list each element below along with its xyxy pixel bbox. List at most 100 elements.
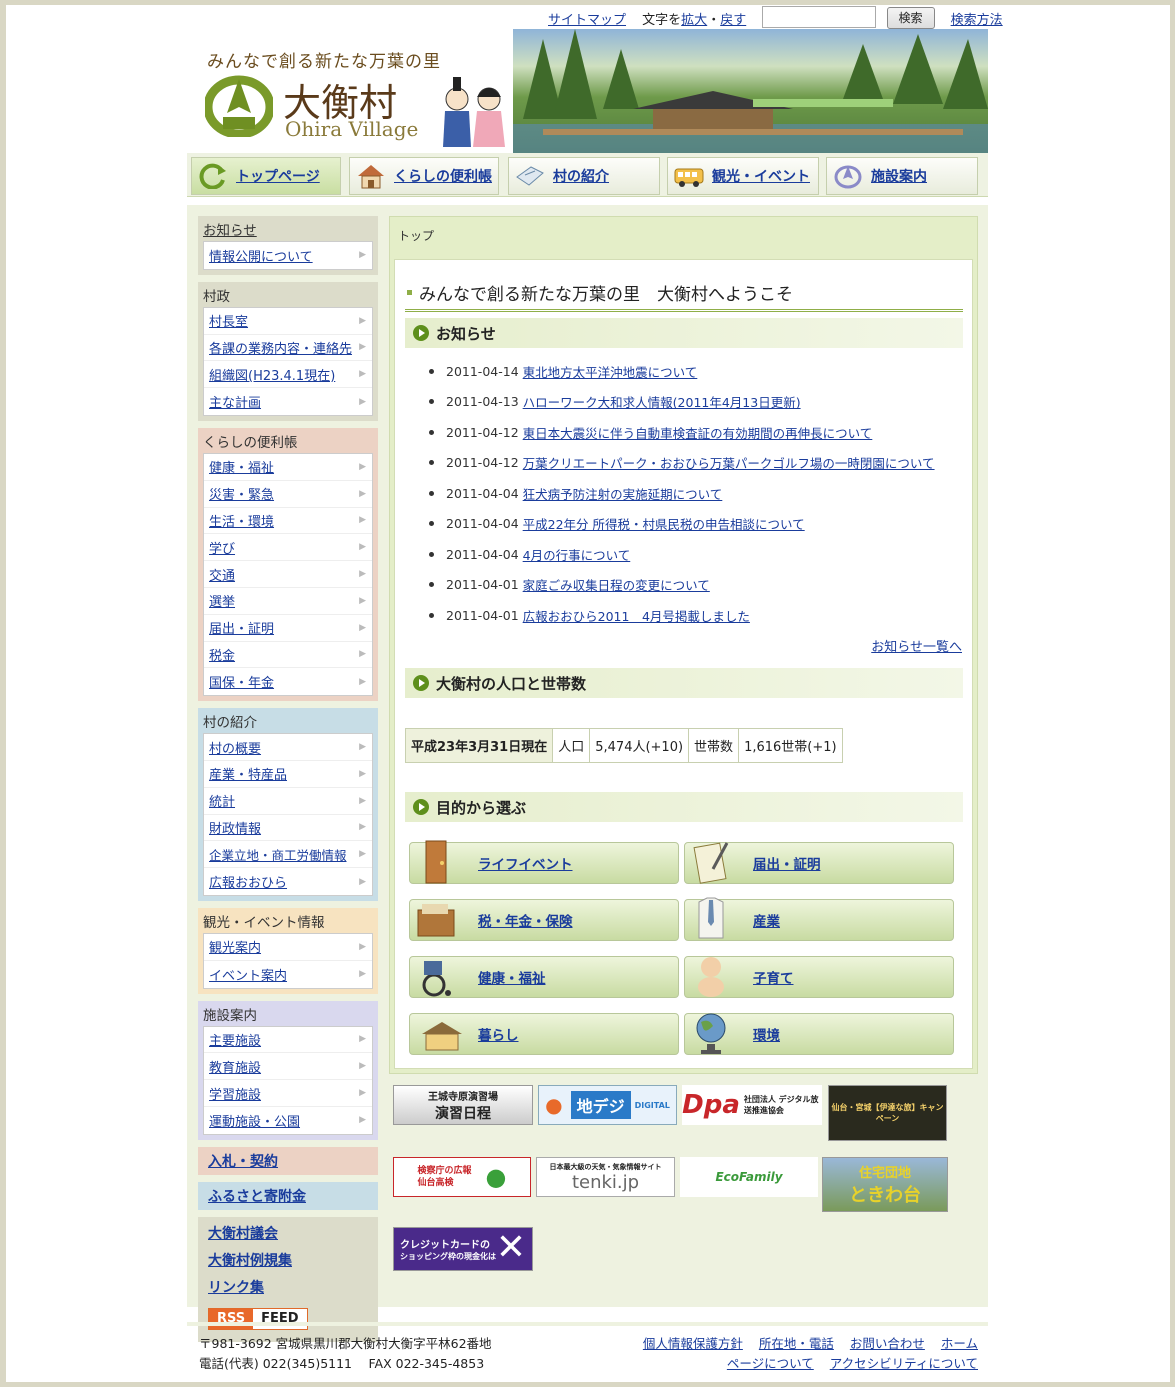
purpose-button-living[interactable]: 暮らし xyxy=(409,1013,679,1055)
sidebar-item[interactable]: 教育施設 ▶ xyxy=(204,1053,372,1081)
rules-link[interactable]: 大衡村例規集 xyxy=(208,1253,292,1269)
links-page-link[interactable]: リンク集 xyxy=(208,1280,264,1296)
tab-top-page[interactable]: トップページ xyxy=(191,157,341,195)
sidebar-item-label[interactable]: イベント案内 xyxy=(209,965,287,984)
sidebar-item[interactable]: 学び ▶ xyxy=(204,534,372,562)
village-emblem-icon[interactable] xyxy=(205,73,273,137)
furusato-donation-link[interactable]: ふるさと寄附金 xyxy=(208,1189,306,1205)
sidebar-item[interactable]: 観光案内 ▶ xyxy=(204,934,372,961)
banner-tenki[interactable]: 日本最大級の天気・気象情報サイト tenki.jp xyxy=(536,1157,675,1197)
sidebar-item-label[interactable]: 財政情報 xyxy=(209,818,261,837)
purpose-label[interactable]: 税・年金・保険 xyxy=(478,910,573,930)
news-list-link[interactable]: お知らせ一覧へ xyxy=(871,636,962,655)
purpose-label[interactable]: 届出・証明 xyxy=(753,853,821,873)
sidebar-item-label[interactable]: 教育施設 xyxy=(209,1057,261,1076)
purpose-button-life-events[interactable]: ライフイベント xyxy=(409,840,679,884)
banner-tokiwadai[interactable]: 住宅団地 ときわ台 xyxy=(822,1157,948,1212)
news-link[interactable]: 万葉クリエートパーク・おおひら万葉パークゴルフ場の一時閉園について xyxy=(523,453,935,472)
news-link[interactable]: 狂犬病予防注射の実施延期について xyxy=(523,484,723,503)
sidebar-item[interactable]: 各課の業務内容・連絡先 ▶ xyxy=(204,335,372,362)
sidebar-item[interactable]: 学習施設 ▶ xyxy=(204,1080,372,1107)
sidebar-item-label[interactable]: 各課の業務内容・連絡先 xyxy=(209,338,352,357)
location-phone-link[interactable]: 所在地・電話 xyxy=(759,1336,834,1351)
banner-credit-card[interactable]: クレジットカードの ショッピング枠の現金化は ✕ xyxy=(393,1227,533,1271)
sitemap-link[interactable]: サイトマップ xyxy=(548,9,626,28)
assembly-link[interactable]: 大衡村議会 xyxy=(208,1226,278,1242)
banner-exercise-schedule[interactable]: 王城寺原演習場 演習日程 xyxy=(393,1085,533,1125)
search-input[interactable] xyxy=(762,6,877,28)
sidebar-item-label[interactable]: 国保・年金 xyxy=(209,672,274,691)
sidebar-item[interactable]: 統計 ▶ xyxy=(204,788,372,815)
purpose-button-tax-pension[interactable]: 税・年金・保険 xyxy=(409,899,679,941)
sidebar-item[interactable]: 広報おおひら ▶ xyxy=(204,868,372,895)
tab-label[interactable]: 観光・イベント xyxy=(712,166,810,186)
sidebar-item[interactable]: 選挙 ▶ xyxy=(204,588,372,615)
sidebar-item[interactable]: 届出・証明 ▶ xyxy=(204,615,372,642)
sidebar-item-label[interactable]: 主な計画 xyxy=(209,392,261,411)
purpose-button-certificates[interactable]: 届出・証明 xyxy=(684,842,954,884)
sidebar-item-label[interactable]: 選挙 xyxy=(209,591,235,610)
sidebar-item[interactable]: 交通 ▶ xyxy=(204,561,372,588)
sidebar-item[interactable]: 主な計画 ▶ xyxy=(204,388,372,415)
news-link[interactable]: 4月の行事について xyxy=(523,545,631,564)
sidebar-item-label[interactable]: 交通 xyxy=(209,565,235,584)
purpose-label[interactable]: 暮らし xyxy=(478,1024,519,1044)
sidebar-item[interactable]: 村の概要 ▶ xyxy=(204,734,372,761)
sidebar-item-label[interactable]: 組織図(H23.4.1現在) xyxy=(209,365,335,384)
banner-digital-tv[interactable]: ● 地デジ DIGITAL xyxy=(538,1085,677,1125)
sidebar-item[interactable]: 組織図(H23.4.1現在) ▶ xyxy=(204,361,372,389)
sidebar-item[interactable]: 災害・緊急 ▶ xyxy=(204,481,372,508)
purpose-label[interactable]: 産業 xyxy=(753,910,780,930)
sidebar-item-label[interactable]: 主要施設 xyxy=(209,1030,261,1049)
sidebar-item[interactable]: イベント案内 ▶ xyxy=(204,961,372,988)
banner-ecofamily[interactable]: EcoFamily xyxy=(680,1157,818,1197)
tab-label[interactable]: 村の紹介 xyxy=(553,166,609,186)
sidebar-item-label[interactable]: 村の概要 xyxy=(209,738,261,757)
purpose-label[interactable]: ライフイベント xyxy=(478,853,573,873)
search-help-link[interactable]: 検索方法 xyxy=(951,9,1003,28)
purpose-label[interactable]: 子育て xyxy=(753,967,794,987)
sidebar-item[interactable]: 運動施設・公園 ▶ xyxy=(204,1107,372,1134)
sidebar-item-label[interactable]: 産業・特産品 xyxy=(209,764,287,783)
sidebar-item-label[interactable]: 学習施設 xyxy=(209,1084,261,1103)
home-link[interactable]: ホーム xyxy=(941,1336,978,1351)
search-button[interactable]: 検索 xyxy=(886,7,935,29)
sidebar-item[interactable]: 産業・特産品 ▶ xyxy=(204,761,372,788)
sidebar-item[interactable]: 財政情報 ▶ xyxy=(204,815,372,842)
accessibility-link[interactable]: アクセシビリティについて xyxy=(830,1356,978,1371)
sidebar-item-label[interactable]: 生活・環境 xyxy=(209,511,274,530)
sidebar-item-label[interactable]: 観光案内 xyxy=(209,937,261,956)
sidebar-item[interactable]: 健康・福祉 ▶ xyxy=(204,454,372,481)
purpose-button-environment[interactable]: 環境 xyxy=(684,1013,954,1055)
banner-dpa[interactable]: Dpa 社団法人 デジタル放送推進協会 xyxy=(682,1085,822,1125)
sidebar-item[interactable]: 主要施設 ▶ xyxy=(204,1027,372,1054)
purpose-button-industry[interactable]: 産業 xyxy=(684,897,954,941)
sidebar-item-label[interactable]: 届出・証明 xyxy=(209,618,274,637)
banner-prosecutors[interactable]: 検察庁の広報 仙台高検 ● xyxy=(393,1157,531,1197)
sidebar-item-label[interactable]: 企業立地・商工労働情報 xyxy=(209,845,347,864)
sidebar-item-label[interactable]: 健康・福祉 xyxy=(209,457,274,476)
sidebar-item-label[interactable]: 学び xyxy=(209,538,235,557)
tab-label[interactable]: くらしの便利帳 xyxy=(394,166,492,186)
news-link[interactable]: 平成22年分 所得税・村県民税の申告相談について xyxy=(523,514,805,533)
sidebar-item-label[interactable]: 運動施設・公園 xyxy=(209,1111,300,1130)
sidebar-item[interactable]: 生活・環境 ▶ xyxy=(204,508,372,535)
sidebar-item-label[interactable]: 情報公開について xyxy=(209,246,313,265)
tab-facilities[interactable]: 施設案内 xyxy=(826,157,978,195)
sidebar-item[interactable]: 企業立地・商工労働情報 ▶ xyxy=(204,841,372,869)
news-link[interactable]: 東日本大震災に伴う自動車検査証の有効期間の再伸長について xyxy=(523,423,873,442)
tab-label[interactable]: 施設案内 xyxy=(871,166,927,186)
bid-contract-link[interactable]: 入札・契約 xyxy=(208,1154,278,1170)
sidebar-item-label[interactable]: 村長室 xyxy=(209,311,248,330)
purpose-button-childcare[interactable]: 子育て xyxy=(684,956,954,998)
banner-date-campaign[interactable]: 仙台・宮城【伊達な旅】キャンペーン xyxy=(828,1085,947,1141)
tab-tourism-events[interactable]: 観光・イベント xyxy=(667,157,819,195)
news-link[interactable]: 東北地方太平洋沖地震について xyxy=(523,362,698,381)
sidebar-item-label[interactable]: 広報おおひら xyxy=(209,872,287,891)
sidebar-item[interactable]: 国保・年金 ▶ xyxy=(204,668,372,695)
purpose-button-health-welfare[interactable]: 健康・福祉 xyxy=(409,956,679,998)
tab-label[interactable]: トップページ xyxy=(236,166,320,186)
sidebar-item[interactable]: 情報公開について ▶ xyxy=(204,242,372,269)
sidebar-heading[interactable]: お知らせ xyxy=(203,219,373,241)
purpose-label[interactable]: 環境 xyxy=(753,1024,780,1044)
